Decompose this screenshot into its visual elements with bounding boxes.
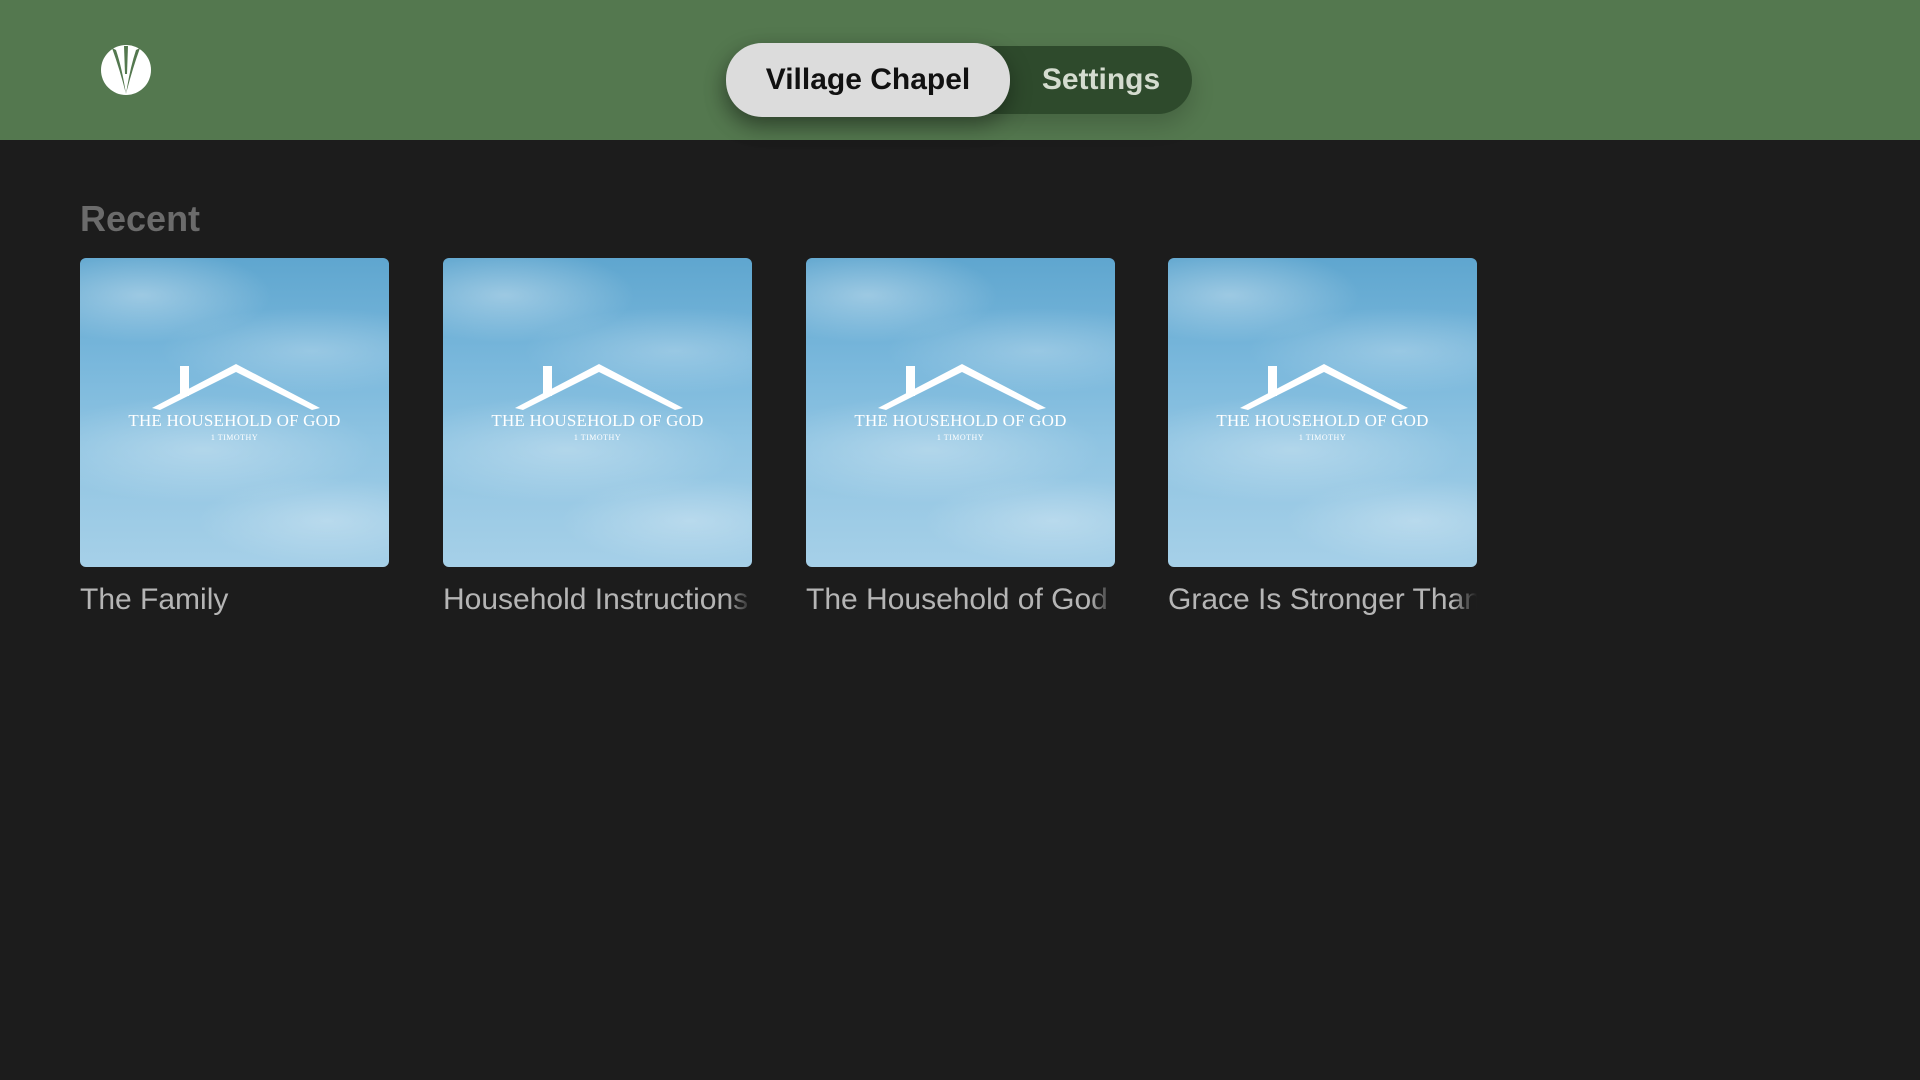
artwork-title: THE HOUSEHOLD OF GOD: [854, 411, 1067, 430]
artwork-title: THE HOUSEHOLD OF GOD: [128, 411, 341, 430]
recent-item-label: The Family: [80, 583, 229, 616]
artwork-subtitle: 1 TIMOTHY: [210, 433, 259, 442]
tab-bar: Settings Village Chapel: [726, 43, 1192, 117]
sermon-thumbnail[interactable]: THE HOUSEHOLD OF GOD 1 TIMOTHY: [80, 258, 389, 567]
recent-item[interactable]: THE HOUSEHOLD OF GOD 1 TIMOTHY Household…: [443, 258, 753, 617]
sermon-thumbnail[interactable]: THE HOUSEHOLD OF GOD 1 TIMOTHY: [443, 258, 752, 567]
tab-village-chapel[interactable]: Village Chapel: [726, 43, 1010, 117]
sermon-thumbnail[interactable]: THE HOUSEHOLD OF GOD 1 TIMOTHY: [1168, 258, 1477, 567]
recent-item[interactable]: THE HOUSEHOLD OF GOD 1 TIMOTHY The House…: [806, 258, 1116, 617]
artwork-subtitle: 1 TIMOTHY: [573, 433, 622, 442]
top-navigation-bar: Settings Village Chapel: [0, 0, 1920, 140]
recent-item[interactable]: THE HOUSEHOLD OF GOD 1 TIMOTHY Grace Is …: [1168, 258, 1478, 617]
recent-item[interactable]: THE HOUSEHOLD OF GOD 1 TIMOTHY The Famil…: [80, 258, 390, 617]
tab-settings[interactable]: Settings: [1010, 46, 1192, 114]
artwork-subtitle: 1 TIMOTHY: [1298, 433, 1347, 442]
artwork-subtitle: 1 TIMOTHY: [936, 433, 985, 442]
section-title-recent: Recent: [80, 198, 201, 239]
recent-item-label: Grace Is Stronger Than: [1168, 583, 1477, 616]
sermon-thumbnail[interactable]: THE HOUSEHOLD OF GOD 1 TIMOTHY: [806, 258, 1115, 567]
artwork-title: THE HOUSEHOLD OF GOD: [1216, 411, 1429, 430]
recent-item-label: Household Instructions: [443, 583, 749, 616]
recent-item-label: The Household of God: [806, 583, 1108, 616]
artwork-title: THE HOUSEHOLD OF GOD: [491, 411, 704, 430]
v-logo-icon[interactable]: [100, 44, 152, 96]
